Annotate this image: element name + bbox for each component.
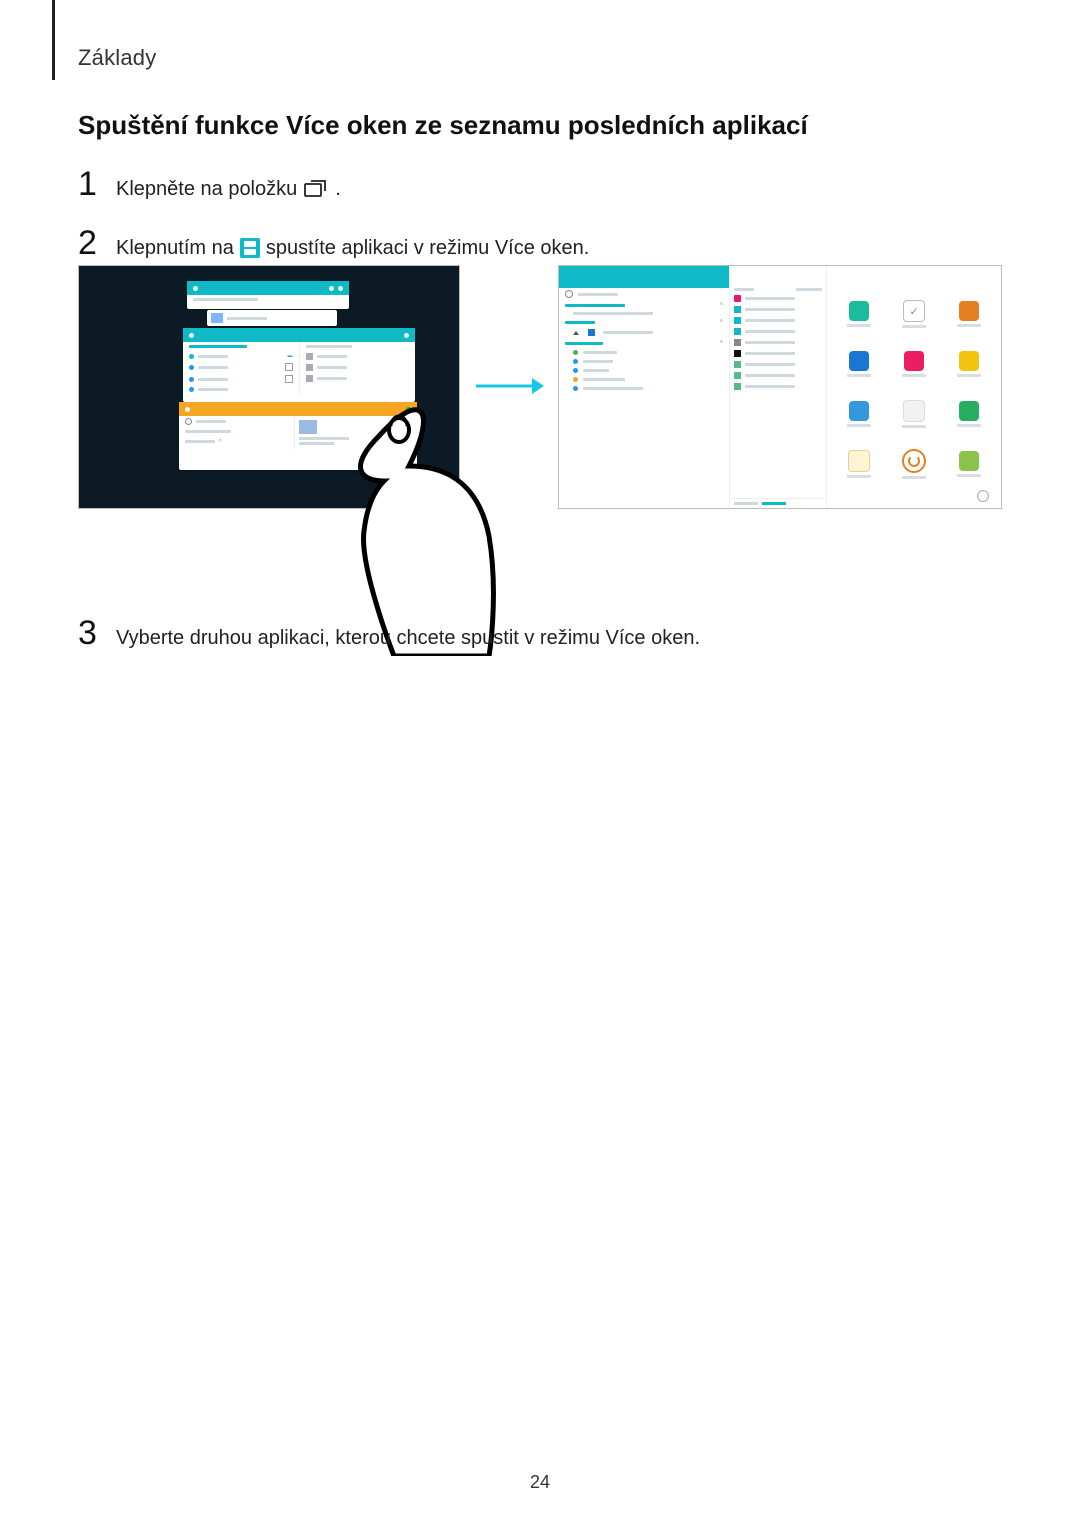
app-icon [902,351,926,377]
app-icon [847,301,871,327]
app-icon [957,451,981,477]
close-icon [977,490,989,502]
step-1-text-before: Klepněte na položku [116,174,297,204]
app-icon [957,301,981,327]
app-icon [957,351,981,377]
screenshot-recent-apps: ▬ [78,265,460,509]
app-icon [847,351,871,377]
header-rule [52,0,55,80]
step-2-text-before: Klepnutím na [116,233,234,263]
split-window-icon [240,238,260,258]
app-icon [902,449,926,479]
app-icon [957,401,981,427]
figure-row: ▬ [78,265,1002,605]
step-number: 2 [78,226,116,260]
step-2: 2 Klepnutím na spustíte aplikaci v režim… [78,226,1002,263]
step-3: 3 Vyberte druhou aplikaci, kterou chcete… [78,616,700,653]
running-header: Základy [78,45,156,71]
close-all-button [413,495,453,504]
step-number: 3 [78,616,116,650]
step-2-text-after: spustíte aplikaci v režimu Více oken. [266,233,589,263]
app-icon [902,400,926,428]
recent-apps-icon [303,179,329,199]
page-number: 24 [0,1472,1080,1493]
step-1: 1 Klepněte na položku . [78,167,1002,204]
page-title: Spuštění funkce Více oken ze seznamu pos… [78,110,808,141]
step-3-text: Vyberte druhou aplikaci, kterou chcete s… [116,623,700,653]
arrow-icon [474,265,544,507]
app-icon [847,450,871,478]
app-icon: ✓ [902,300,926,328]
step-1-text-after: . [335,174,341,204]
screenshot-multiwindow-picker: ˄ ˄ ˄ [558,265,1002,509]
step-number: 1 [78,167,116,201]
app-icon [847,401,871,427]
